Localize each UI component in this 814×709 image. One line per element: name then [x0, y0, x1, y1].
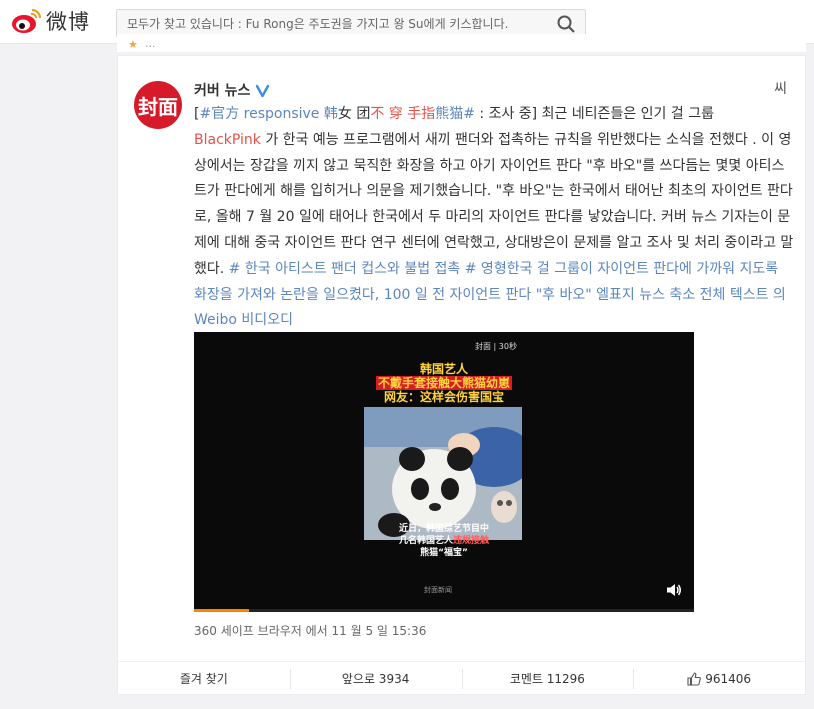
- video-title-line2: 不戴手套接触大熊猫幼崽: [375, 376, 512, 390]
- previous-item-strip: ★ ...: [117, 34, 806, 52]
- post-meta: 360 세이프 브라우저 에서 11 월 5 일 15:36: [194, 624, 427, 638]
- author-name[interactable]: 커버 뉴스: [194, 80, 250, 100]
- verified-badge-icon: [256, 84, 270, 97]
- like-button[interactable]: 961406: [633, 662, 805, 695]
- search-icon[interactable]: [557, 15, 575, 33]
- hashtag-link[interactable]: # 한국 아티스트 팬더 컵스와 불법 접촉 #: [229, 261, 477, 277]
- subtitle-line2a: 几名韩国艺人: [398, 536, 453, 546]
- video-title-line3: 网友：这样会伤害国宝: [383, 390, 504, 404]
- star-icon: ★: [128, 38, 138, 51]
- more-options-button[interactable]: 씨: [774, 78, 787, 98]
- like-count: 961406: [705, 671, 752, 686]
- video-brand-watermark: 封面 | 30秒: [475, 342, 517, 351]
- group-name-highlight[interactable]: BlackPink: [194, 132, 261, 148]
- video-title-line1: 韩国艺人: [419, 362, 468, 376]
- subtitle-line1: 近日，韩国综艺节目中: [398, 524, 489, 534]
- comment-label: 코멘트 11296: [509, 672, 585, 686]
- thumbs-up-icon: [687, 671, 702, 686]
- post-body-text: 가 한국 예능 프로그램에서 새끼 팬더와 접촉하는 규칙을 위반했다는 소식을…: [194, 131, 794, 277]
- forward-button[interactable]: 앞으로 3934: [289, 662, 462, 695]
- volume-icon[interactable]: [666, 582, 682, 598]
- subtitle-line3: 熊猫“福宝”: [420, 548, 468, 558]
- forward-label: 앞으로 3934: [341, 672, 410, 686]
- weibo-logo[interactable]: 微博: [10, 6, 90, 36]
- video-progress-bar[interactable]: [194, 609, 694, 612]
- panda-image: [364, 407, 522, 540]
- video-frame-panda: [364, 407, 522, 540]
- video-progress-fill: [194, 609, 249, 612]
- video-subtitle: 近日，韩国综艺节目中 几名韩国艺人违规接触 熊猫“福宝”: [194, 523, 694, 559]
- video-title-overlay: 韩国艺人 不戴手套接触大熊猫幼崽 网友：这样会伤害国宝: [194, 362, 694, 404]
- comment-button[interactable]: 코멘트 11296: [461, 662, 634, 695]
- search-input[interactable]: [117, 10, 547, 37]
- favorite-button[interactable]: 즐겨 찾기: [118, 662, 290, 695]
- post-action-bar: 즐겨 찾기 앞으로 3934 코멘트 11296 961406: [118, 661, 805, 695]
- topic-tag-part: 女 团: [337, 106, 371, 122]
- subtitle-line2b: 违规接触: [453, 536, 490, 546]
- favorite-label: 즐겨 찾기: [179, 672, 228, 686]
- avatar[interactable]: 封面: [134, 81, 182, 129]
- post-text: [#官方 responsive 韩女 团不 穿 手指熊猫# : 조사 중] 최근…: [194, 102, 794, 334]
- logo-text: 微博: [46, 10, 90, 34]
- post-text-line1: : 조사 중] 최근 네티즌들은 인기 걸 그룹: [474, 106, 714, 122]
- topic-tag-link[interactable]: #官方 responsive 韩: [199, 106, 337, 122]
- strip-text: ...: [145, 37, 156, 50]
- author-block: 커버 뉴스: [194, 80, 270, 100]
- topic-tag-link-2[interactable]: 熊猫: [435, 106, 463, 122]
- topic-tag-highlight[interactable]: 不 穿 手指: [370, 106, 435, 122]
- weibo-eye-icon: [12, 8, 42, 33]
- post-card: 封面 커버 뉴스 씨 [#官方 responsive 韩女 团不 穿 手指熊猫#…: [117, 55, 806, 695]
- topic-hash[interactable]: #: [463, 106, 475, 122]
- video-source-watermark: 封面新闻: [424, 586, 452, 594]
- video-player[interactable]: 封面 | 30秒 韩国艺人 不戴手套接触大熊猫幼崽 网友：这样会伤害国宝 近日，…: [194, 332, 694, 612]
